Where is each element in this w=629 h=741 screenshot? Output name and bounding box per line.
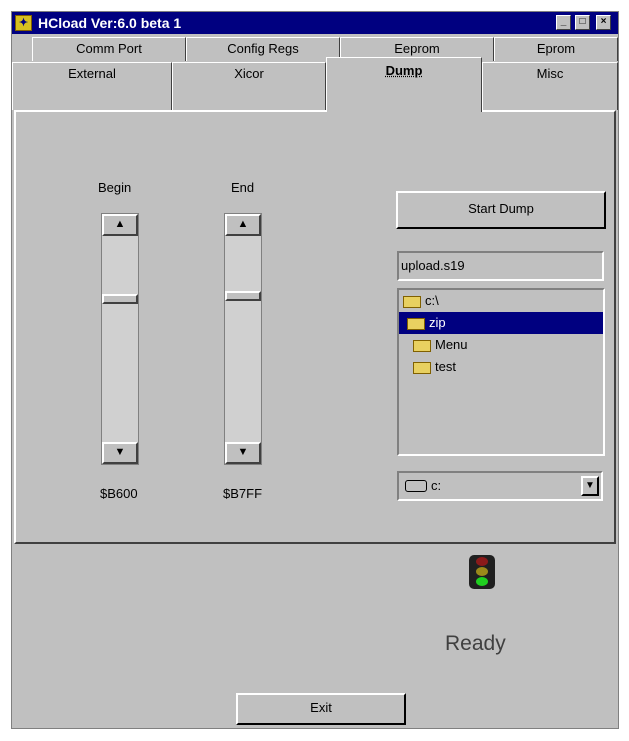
begin-scroll-up-button[interactable]: ▲ (102, 214, 138, 236)
folder-item-zip[interactable]: zip (399, 312, 603, 334)
tab-comm-port[interactable]: Comm Port (32, 37, 186, 61)
begin-address: $B600 (100, 486, 138, 501)
drive-select[interactable]: c: ▼ (397, 471, 603, 501)
dump-panel: Begin End ▲ ▼ ▲ ▼ $B600 $B7FF Start Dump… (14, 110, 616, 544)
end-scroll-up-button[interactable]: ▲ (225, 214, 261, 236)
drive-label: c: (431, 478, 442, 493)
start-dump-button[interactable]: Start Dump (396, 191, 606, 229)
end-scroll-down-button[interactable]: ▼ (225, 442, 261, 464)
end-label: End (231, 180, 255, 195)
app-icon: ✦ (15, 15, 32, 31)
maximize-button[interactable]: □ (575, 15, 590, 30)
dropdown-arrow-icon[interactable]: ▼ (581, 476, 599, 496)
begin-scrollbar[interactable]: ▲ ▼ (101, 213, 139, 465)
app-window: ✦ HCload Ver:6.0 beta 1 _ □ × Comm Port … (11, 11, 619, 729)
folder-label: Menu (435, 337, 468, 352)
begin-label: Begin (98, 180, 132, 195)
folder-label: test (435, 359, 456, 374)
tab-dump[interactable]: Dump (326, 57, 482, 112)
tab-dump-label: Dump (385, 63, 423, 78)
folder-label: zip (429, 315, 446, 330)
end-address: $B7FF (223, 486, 263, 501)
tab-misc[interactable]: Misc (482, 62, 618, 110)
begin-scroll-down-button[interactable]: ▼ (102, 442, 138, 464)
filename-field[interactable]: upload.s19 (397, 251, 604, 281)
tab-misc-label: Misc (536, 66, 564, 81)
folder-item-menu[interactable]: Menu (413, 334, 468, 356)
window-title: HCload Ver:6.0 beta 1 (38, 15, 182, 31)
begin-scroll-thumb[interactable] (102, 294, 138, 304)
traffic-light-icon (469, 555, 495, 589)
tab-xicor-label: Xicor (234, 66, 264, 81)
exit-button[interactable]: Exit (236, 693, 406, 725)
folder-icon (413, 339, 431, 352)
end-scroll-thumb[interactable] (225, 291, 261, 301)
folder-label: c:\ (425, 293, 439, 308)
tab-config-regs[interactable]: Config Regs (186, 37, 340, 61)
drive-icon (405, 480, 427, 492)
status-text: Ready (445, 632, 506, 655)
open-folder-icon (407, 317, 425, 330)
title-bar[interactable]: ✦ HCload Ver:6.0 beta 1 _ □ × (12, 12, 618, 34)
tab-eprom[interactable]: Eprom (494, 37, 618, 61)
tab-external[interactable]: External (12, 62, 172, 110)
end-scrollbar[interactable]: ▲ ▼ (224, 213, 262, 465)
folder-item-c[interactable]: c:\ (403, 290, 439, 312)
minimize-button[interactable]: _ (556, 15, 571, 30)
open-folder-icon (403, 295, 421, 308)
folder-list[interactable]: c:\ zip Menu test (397, 288, 605, 456)
tab-external-label: External (68, 66, 116, 81)
folder-icon (413, 361, 431, 374)
folder-item-test[interactable]: test (413, 356, 456, 378)
close-button[interactable]: × (596, 15, 611, 30)
tab-xicor[interactable]: Xicor (172, 62, 326, 110)
